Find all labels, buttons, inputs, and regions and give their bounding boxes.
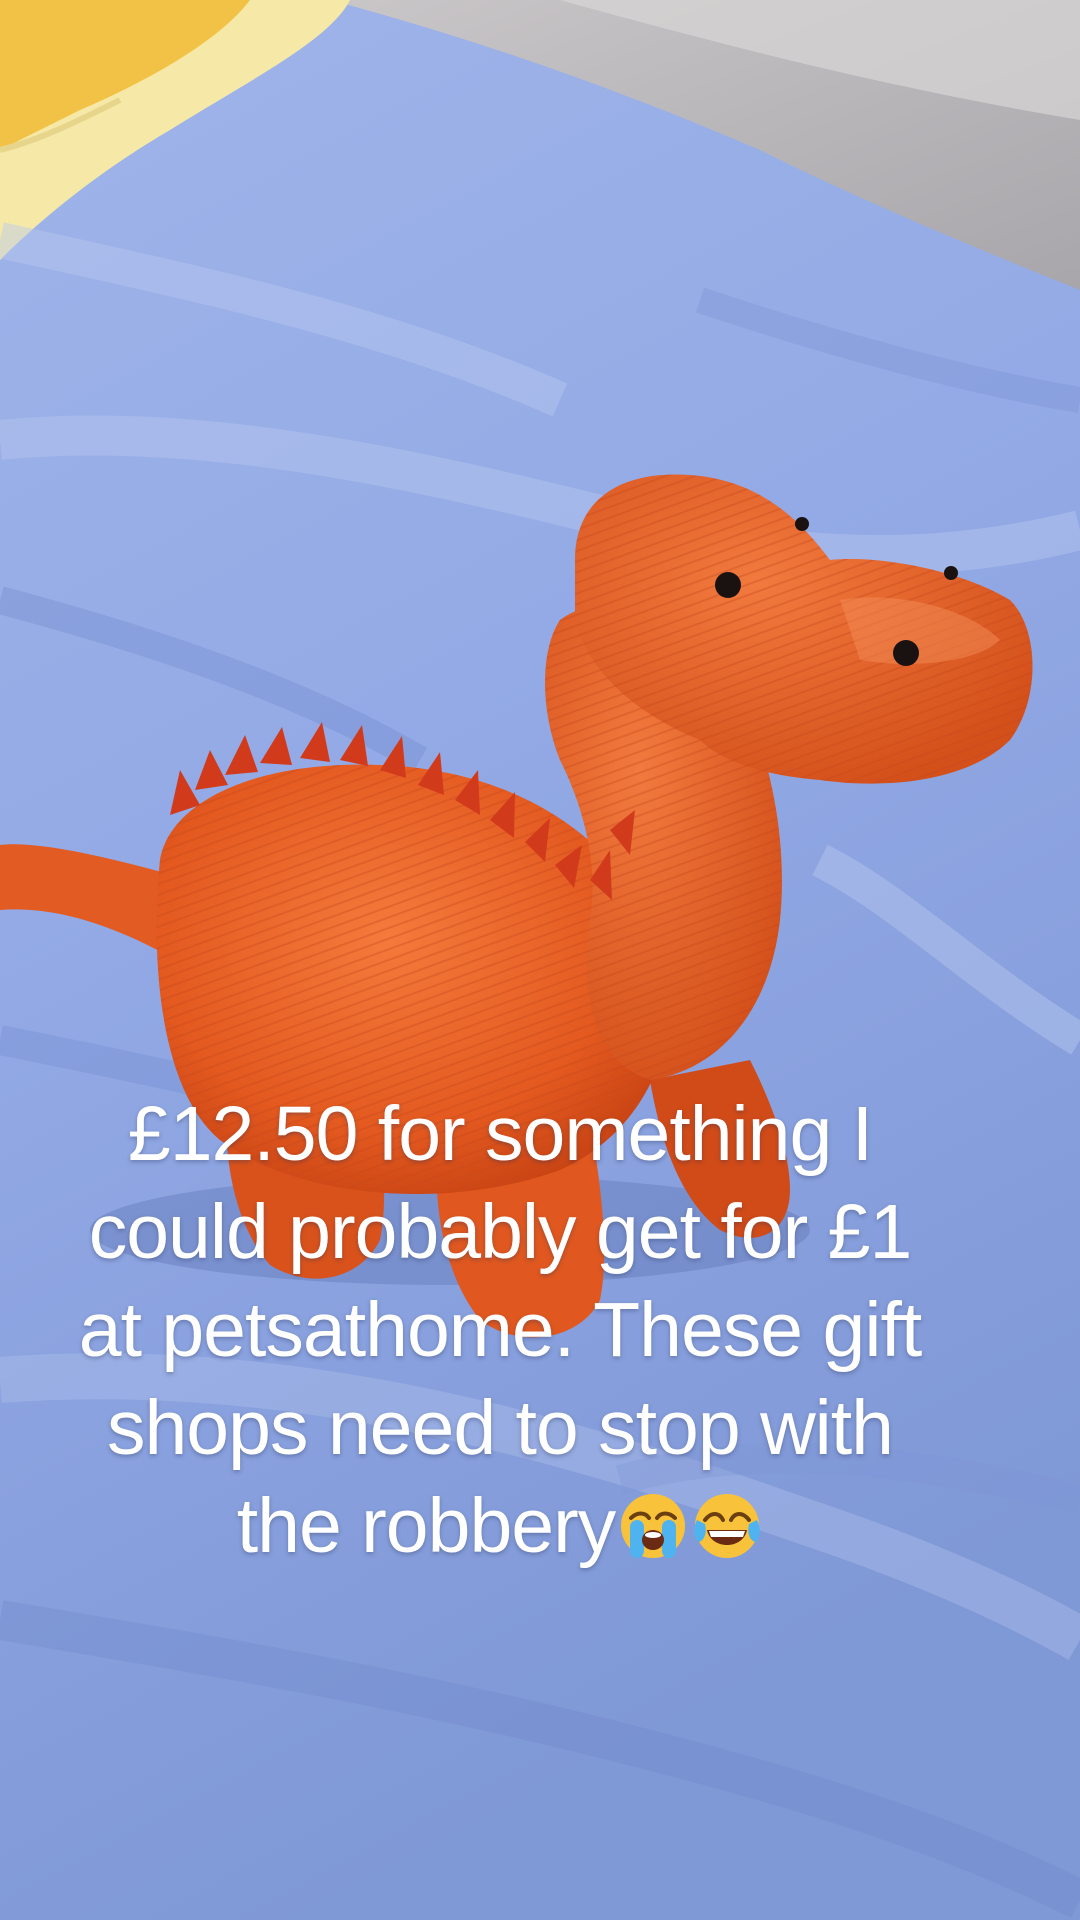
photo-scene: £12.50 for something I could probably ge…: [0, 0, 1080, 1920]
caption-line: the robbery: [236, 1483, 617, 1569]
caption-line-last: the robbery: [20, 1477, 980, 1585]
caption-line: £12.50 for something I: [127, 1091, 873, 1177]
caption-text: £12.50 for something I could probably ge…: [20, 1085, 980, 1585]
photo-background: [0, 0, 1080, 1920]
loudly-crying-face-icon: [617, 1487, 689, 1585]
face-with-tears-of-joy-icon: [691, 1487, 763, 1585]
caption-line: shops need to stop with: [106, 1385, 894, 1471]
caption-line: at petsathome. These gift: [78, 1287, 923, 1373]
caption-line: could probably get for £1: [88, 1189, 913, 1275]
